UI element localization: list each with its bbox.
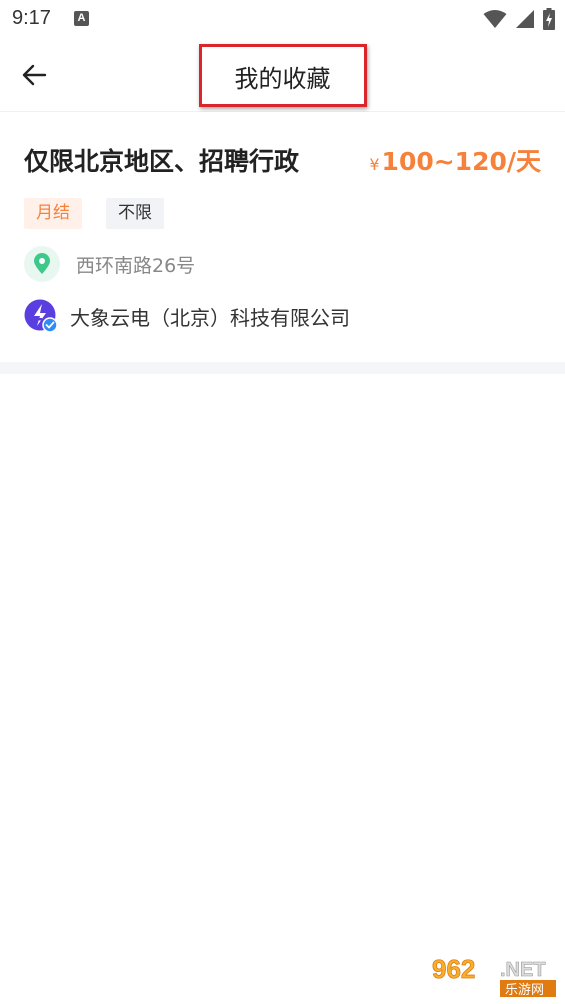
title-highlight-box xyxy=(199,44,367,107)
job-tags: 月结 不限 xyxy=(24,198,164,229)
salary-currency: ¥ xyxy=(369,155,380,174)
company-name: 大象云电（北京）科技有限公司 xyxy=(70,305,350,330)
location-pin-icon xyxy=(24,246,60,282)
address-row: 西环南路26号 xyxy=(24,246,195,282)
salary-amount: 100~120/天 xyxy=(381,147,541,176)
watermark-number: 962 xyxy=(432,954,475,984)
company-row: 大象云电（北京）科技有限公司 xyxy=(24,299,350,333)
status-icons xyxy=(483,8,555,30)
watermark-suffix: .NET xyxy=(500,959,546,981)
signal-icon xyxy=(516,10,534,28)
site-watermark: 962 .NET 乐游网 xyxy=(426,951,560,999)
job-title: 仅限北京地区、招聘行政 xyxy=(24,147,300,176)
status-time: 9:17 xyxy=(12,7,51,29)
status-bar: 9:17 A xyxy=(0,0,565,38)
watermark-site-name: 乐游网 xyxy=(505,983,544,998)
job-salary: ¥100~120/天 xyxy=(369,142,541,178)
favorite-job-card[interactable]: 仅限北京地区、招聘行政 ¥100~120/天 月结 不限 西环南路26号 大象云… xyxy=(0,112,565,362)
tag-settlement: 月结 xyxy=(24,198,82,229)
notification-a-icon: A xyxy=(74,11,89,26)
battery-charging-icon xyxy=(543,8,555,30)
company-logo-verified-icon xyxy=(24,299,58,333)
wifi-icon xyxy=(483,10,507,28)
section-divider xyxy=(0,362,565,374)
job-address: 西环南路26号 xyxy=(76,254,196,277)
title-bar: 我的收藏 xyxy=(0,38,565,112)
tag-requirement: 不限 xyxy=(106,198,164,229)
